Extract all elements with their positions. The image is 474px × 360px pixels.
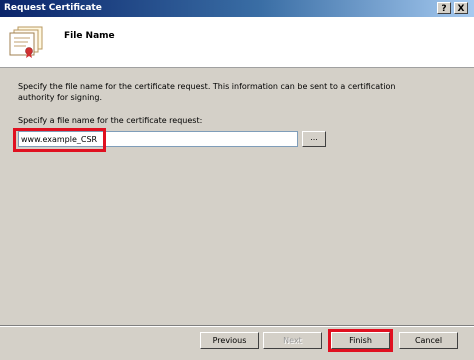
title-bar: Request Certificate ? X xyxy=(0,0,474,17)
wizard-header: File Name xyxy=(0,17,474,68)
close-button[interactable]: X xyxy=(454,2,468,14)
help-button[interactable]: ? xyxy=(437,2,451,14)
page-title: File Name xyxy=(64,31,115,41)
input-highlight-box xyxy=(13,128,106,152)
certificate-icon xyxy=(9,26,43,58)
browse-button[interactable]: ... xyxy=(302,131,326,147)
finish-highlight-box xyxy=(328,329,393,352)
request-certificate-dialog: Request Certificate ? X File Name Specif… xyxy=(0,0,474,360)
description-line-2: authority for signing. xyxy=(18,93,102,102)
description-text: Specify the file name for the certificat… xyxy=(18,81,438,103)
footer-divider xyxy=(0,325,474,327)
previous-button[interactable]: Previous xyxy=(200,332,259,349)
file-name-label: Specify a file name for the certificate … xyxy=(18,116,203,125)
next-button[interactable]: Next xyxy=(263,332,322,349)
window-title: Request Certificate xyxy=(4,3,102,13)
wizard-content: Specify the file name for the certificat… xyxy=(0,68,474,326)
cancel-button[interactable]: Cancel xyxy=(399,332,458,349)
description-line-1: Specify the file name for the certificat… xyxy=(18,82,396,91)
